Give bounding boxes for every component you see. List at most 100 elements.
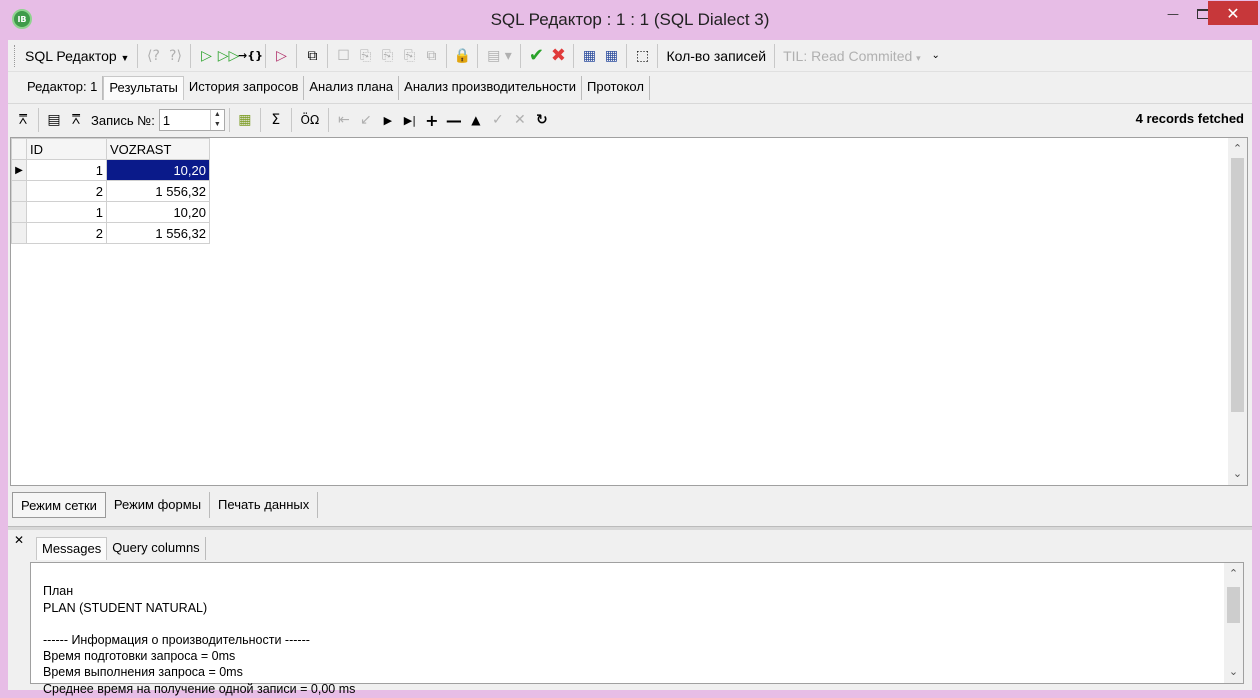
current-row-indicator-icon: ▶ <box>11 159 27 181</box>
run-icon[interactable]: ▷ <box>195 44 217 68</box>
table-row[interactable]: ▶ 1 10,20 <box>11 159 210 181</box>
post-edit-icon[interactable]: ✓ <box>487 108 509 132</box>
grid-scrollbar[interactable]: ⌃ ⌄ <box>1228 138 1247 485</box>
table-row[interactable]: 1 10,20 <box>11 201 210 223</box>
paste-special-icon[interactable]: ⎘ <box>376 44 398 68</box>
scroll-up-icon[interactable]: ⌃ <box>1224 565 1243 583</box>
prior-record-icon[interactable]: ↙ <box>355 108 377 132</box>
run-script-icon[interactable]: ▷▷ <box>217 44 240 68</box>
filter-icon[interactable]: ⩞ <box>12 108 34 132</box>
tab-performance-analysis[interactable]: Анализ производительности <box>399 76 583 100</box>
grid-scroll-thumb[interactable] <box>1231 158 1244 412</box>
separator <box>774 43 776 68</box>
grid-settings-icon[interactable]: ▦ <box>234 108 256 132</box>
edit-record-icon[interactable]: ▲ <box>465 108 487 132</box>
clipboard-icon[interactable]: ⎘ <box>398 44 420 68</box>
messages-pane[interactable]: План PLAN (STUDENT NATURAL) ------ Информа… <box>30 562 1244 696</box>
insert-record-icon[interactable]: + <box>421 108 443 132</box>
debug-run-icon[interactable]: ▷ <box>270 44 292 68</box>
tab-form-mode[interactable]: Режим формы <box>106 492 211 518</box>
cell-id[interactable]: 2 <box>26 180 107 202</box>
filter-add-icon[interactable]: ⩞ <box>65 108 87 132</box>
view-mode-tabs: Режим сетки Режим формы Печать данных <box>10 488 1248 522</box>
toolbar-grip[interactable] <box>14 44 17 67</box>
message-line: PLAN (STUDENT NATURAL) <box>43 600 208 615</box>
filter-table-icon[interactable]: ▤ <box>43 108 65 132</box>
separator <box>259 108 261 132</box>
record-no-spinner[interactable]: ▲ ▼ <box>209 110 224 130</box>
refresh-icon[interactable]: ↻ <box>531 108 553 132</box>
format-dropdown-icon[interactable]: ▤ ▾ <box>482 44 516 68</box>
cell-vozrast[interactable]: 1 556,32 <box>106 180 210 202</box>
tab-editor[interactable]: Редактор: 1 <box>22 76 104 100</box>
calendar-icon[interactable]: ▦ <box>578 44 600 68</box>
charset-icon[interactable]: ÖΩ <box>296 108 324 132</box>
column-header-id[interactable]: ID <box>26 138 107 160</box>
calendar-settings-icon[interactable]: ▦ <box>600 44 622 68</box>
next-query-icon[interactable]: ?⟩ <box>164 44 186 68</box>
cell-vozrast[interactable]: 1 556,32 <box>106 222 210 244</box>
prev-query-icon[interactable]: ⟨? <box>142 44 164 68</box>
editor-tabs: Редактор: 1 Результаты История запросов … <box>8 74 1252 100</box>
paste-icon[interactable]: ⎘ <box>354 44 376 68</box>
next-record-icon[interactable]: ▶ <box>377 108 399 132</box>
results-grid[interactable]: ID VOZRAST ▶ 1 10,20 2 1 556,32 1 10,20 <box>10 137 1248 486</box>
cell-id[interactable]: 1 <box>26 201 107 223</box>
scroll-down-icon[interactable]: ⌄ <box>1228 465 1247 483</box>
messages-scrollbar[interactable]: ⌃ ⌄ <box>1224 563 1243 683</box>
editor-dropdown[interactable]: SQL Редактор ▼ <box>21 48 133 64</box>
close-button[interactable]: ✕ <box>1208 1 1258 25</box>
sum-icon[interactable]: Σ <box>265 108 287 132</box>
run-procedure-icon[interactable]: →{} <box>238 44 263 68</box>
cancel-edit-icon[interactable]: ✕ <box>509 108 531 132</box>
tab-grid-mode[interactable]: Режим сетки <box>12 492 106 518</box>
cell-vozrast[interactable]: 10,20 <box>106 201 210 223</box>
cell-vozrast[interactable]: 10,20 <box>106 159 210 181</box>
new-document-icon[interactable]: ☐ <box>332 44 354 68</box>
toolbar-overflow-icon[interactable]: ⌄ <box>925 44 947 68</box>
cell-id[interactable]: 1 <box>26 159 107 181</box>
tab-log[interactable]: Протокол <box>582 76 650 100</box>
table-row[interactable]: 2 1 556,32 <box>11 180 210 202</box>
record-count-button[interactable]: Кол-во записей <box>662 48 770 64</box>
separator <box>38 108 39 132</box>
tab-query-columns[interactable]: Query columns <box>107 537 206 560</box>
cell-id[interactable]: 2 <box>26 222 107 244</box>
tab-messages[interactable]: Messages <box>36 537 108 560</box>
separator <box>228 108 230 132</box>
separator <box>520 43 522 68</box>
commit-icon[interactable]: ✔ <box>525 44 547 68</box>
rollback-icon[interactable]: ✖ <box>547 44 569 68</box>
delete-record-icon[interactable]: — <box>443 108 465 132</box>
refresh-options-icon[interactable]: ⬚ <box>631 44 653 68</box>
messages-scroll-thumb[interactable] <box>1227 587 1240 623</box>
copy-window-icon[interactable]: ⧉ <box>301 44 323 68</box>
separator <box>626 43 628 68</box>
tab-results[interactable]: Результаты <box>103 76 184 100</box>
last-record-icon[interactable]: ▶| <box>399 108 421 132</box>
separator <box>137 43 139 68</box>
scroll-up-icon[interactable]: ⌃ <box>1228 140 1247 158</box>
fetched-status: 4 records fetched <box>1135 111 1244 126</box>
scroll-down-icon[interactable]: ⌄ <box>1224 663 1243 681</box>
tab-plan-analysis[interactable]: Анализ плана <box>304 76 400 100</box>
chevron-down-icon: ▼ <box>120 52 130 63</box>
separator <box>190 43 192 68</box>
tab-print-data[interactable]: Печать данных <box>210 492 319 518</box>
separator <box>477 43 479 68</box>
record-no-input[interactable]: 1 ▲ ▼ <box>158 109 225 131</box>
pane-splitter[interactable] <box>8 526 1252 530</box>
minimize-button[interactable]: — <box>1158 0 1188 28</box>
separator <box>657 43 659 68</box>
first-record-icon[interactable]: ⇤ <box>333 108 355 132</box>
lock-icon[interactable]: 🔒 <box>451 44 473 68</box>
til-dropdown[interactable]: TIL: Read Commited ▾ <box>779 48 925 64</box>
results-table: ID VOZRAST ▶ 1 10,20 2 1 556,32 1 10,20 <box>11 138 210 244</box>
messages-text: План PLAN (STUDENT NATURAL) ------ Информа… <box>43 567 355 698</box>
copy-icon[interactable]: ⧉ <box>420 44 442 68</box>
tab-query-history[interactable]: История запросов <box>184 76 305 100</box>
column-header-vozrast[interactable]: VOZRAST <box>106 138 210 160</box>
messages-close-icon[interactable]: ✕ <box>14 533 24 547</box>
table-row[interactable]: 2 1 556,32 <box>11 222 210 244</box>
separator <box>446 43 448 68</box>
